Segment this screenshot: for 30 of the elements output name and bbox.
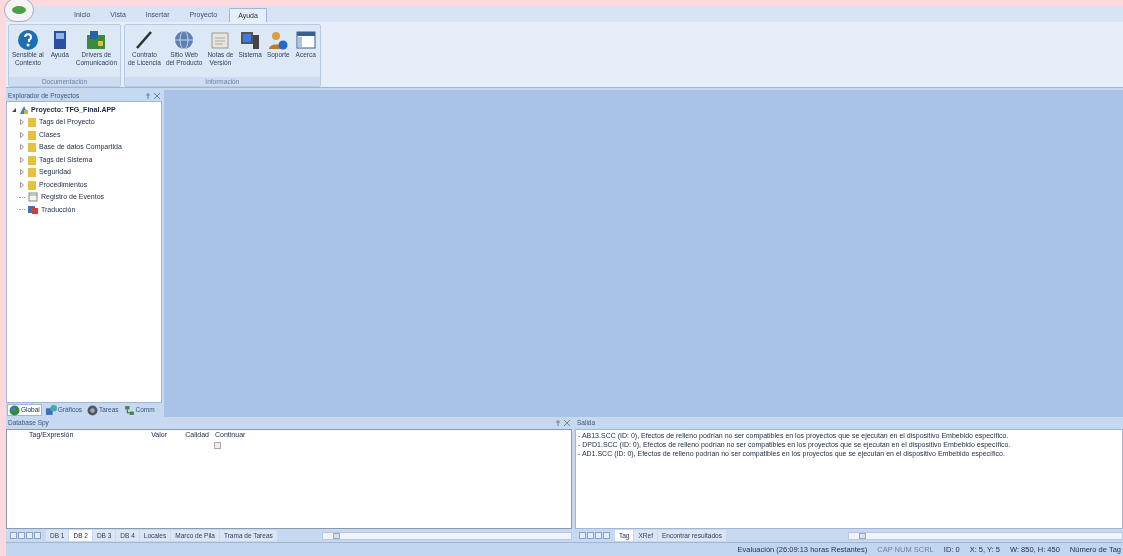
globe-icon bbox=[9, 404, 20, 416]
computer-icon bbox=[239, 29, 262, 51]
horizontal-scrollbar[interactable] bbox=[847, 531, 1123, 540]
app-logo-button[interactable] bbox=[4, 0, 34, 22]
close-icon[interactable] bbox=[564, 420, 570, 426]
gear-icon bbox=[87, 404, 98, 416]
collapse-arrow-icon[interactable] bbox=[11, 107, 17, 113]
expand-arrow-icon[interactable] bbox=[19, 119, 25, 126]
translate-icon bbox=[28, 204, 38, 215]
network-icon bbox=[123, 404, 135, 416]
expand-arrow-icon[interactable] bbox=[19, 181, 25, 188]
expand-arrow-icon[interactable] bbox=[19, 156, 25, 163]
pin-icon[interactable] bbox=[145, 92, 151, 99]
expand-arrow-icon[interactable] bbox=[19, 144, 25, 151]
horizontal-scrollbar[interactable] bbox=[322, 531, 572, 540]
checkbox[interactable] bbox=[214, 441, 221, 449]
window-icon bbox=[294, 29, 317, 51]
notepad-icon bbox=[209, 29, 232, 51]
globe-icon bbox=[173, 29, 196, 51]
pin-icon[interactable] bbox=[555, 420, 561, 426]
logo-icon bbox=[11, 5, 27, 15]
log-icon bbox=[28, 192, 38, 203]
project-icon bbox=[19, 105, 29, 115]
expand-arrow-icon[interactable] bbox=[19, 169, 25, 176]
circuit-board-icon bbox=[85, 29, 108, 51]
shapes-icon bbox=[45, 404, 57, 416]
close-icon[interactable] bbox=[154, 92, 160, 99]
help-icon bbox=[16, 29, 39, 51]
expand-arrow-icon[interactable] bbox=[19, 131, 25, 138]
user-info-icon bbox=[267, 29, 290, 51]
